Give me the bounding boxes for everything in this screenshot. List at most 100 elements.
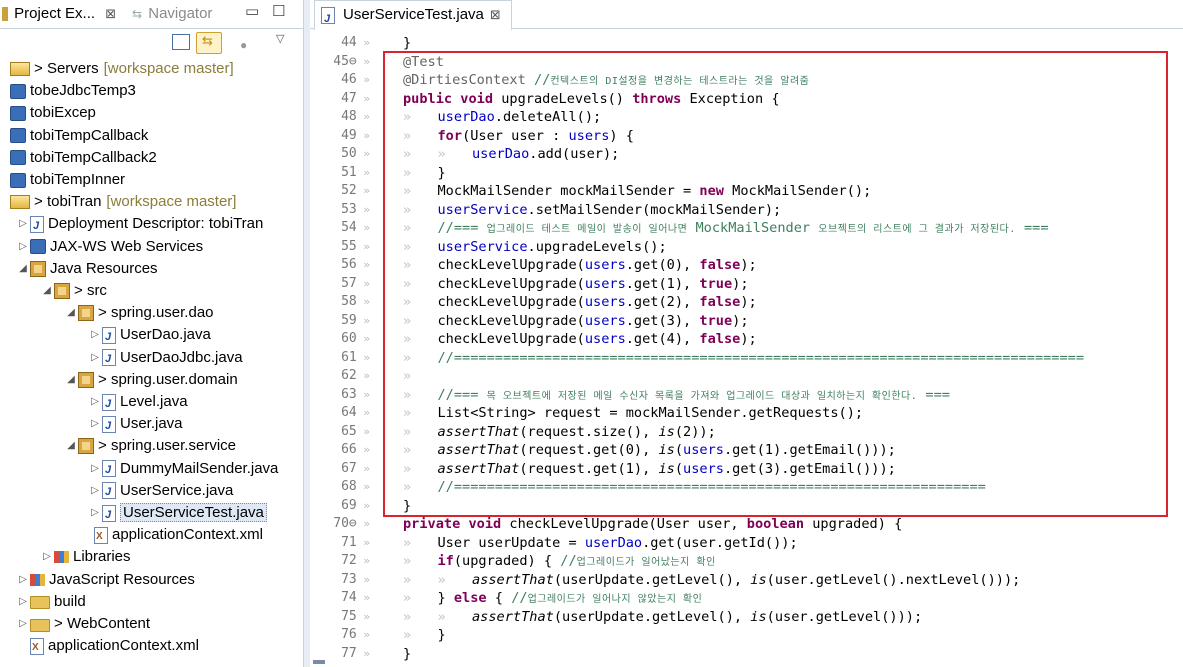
line-number-text: 64 <box>341 405 357 420</box>
tree-item-label: UserServiceTest.java <box>123 504 264 521</box>
tree-item[interactable]: ▷ build <box>16 591 86 613</box>
line-number: 74 » <box>310 589 370 608</box>
tree-item[interactable]: ◢ Java Resources <box>16 258 158 280</box>
tree-item-text: > WebContent <box>54 615 150 632</box>
javascript-resources-icon <box>30 573 45 586</box>
code-text: User userUpdate = userDao.get(user.getId… <box>437 534 798 551</box>
tab-userservicetest[interactable]: UserServiceTest.java ⊠ <box>314 0 512 33</box>
tree-item[interactable]: ◢ > src <box>40 280 107 302</box>
tree-item[interactable]: ▷ User.java <box>88 413 183 437</box>
tab-project-explorer[interactable]: Project Ex... ⊠ <box>2 3 116 25</box>
tree-item-label: User.java <box>120 415 183 433</box>
line-number: 67 » <box>310 460 370 479</box>
project-icon <box>10 105 26 121</box>
tree-item[interactable]: tobeJdbcTemp3 <box>10 80 136 102</box>
tree-item[interactable]: ▷ DummyMailSender.java <box>88 458 278 481</box>
whitespace-marker: » <box>356 572 370 586</box>
whitespace-marker: » <box>356 369 370 382</box>
code-line[interactable]: » » assertThat(userUpdate.getLevel(), is(u… <box>403 608 923 627</box>
twisty-icon[interactable]: ▷ <box>16 569 30 591</box>
twisty-icon[interactable]: ◢ <box>64 369 78 391</box>
twisty-icon[interactable]: ▷ <box>16 236 30 258</box>
tree-item[interactable]: > Servers [workspace master] <box>10 58 234 80</box>
code-line[interactable]: »} <box>403 626 446 645</box>
code-line[interactable]: »} else { //업그레이드가 일어나지 않았는지 확인 <box>403 589 703 608</box>
line-number-text: 49 <box>341 127 357 143</box>
code-line[interactable]: } <box>403 645 411 664</box>
line-number: 49 » <box>310 127 370 146</box>
tree-item-text: Level.java <box>120 393 188 410</box>
code-line[interactable]: » if(upgraded) { //업그레이드가 일어났는지 확인 <box>403 552 716 571</box>
twisty-icon[interactable]: ◢ <box>64 435 78 457</box>
tree-item[interactable]: > tobiTran [workspace master] <box>10 191 236 213</box>
whitespace-marker: » <box>356 480 370 493</box>
tree-item[interactable]: tobiExcep <box>10 102 96 124</box>
collapse-all-icon[interactable] <box>172 34 190 50</box>
twisty-icon[interactable]: ▷ <box>16 613 30 635</box>
line-number-text: 67 <box>341 460 357 476</box>
line-number-text: 50 <box>341 146 357 161</box>
whitespace-marker: » <box>356 36 370 49</box>
twisty-icon[interactable]: ▷ <box>88 391 102 413</box>
view-menu-chevron-down-icon[interactable]: ▽ <box>276 32 284 45</box>
tree-item[interactable]: tobiTempCallback <box>10 125 148 147</box>
code-line[interactable]: private void checkLevelUpgrade(User user… <box>403 515 902 534</box>
twisty-icon[interactable]: ◢ <box>40 280 54 302</box>
code-line[interactable]: } <box>403 34 411 53</box>
java-file-icon <box>102 348 116 370</box>
code-text: assertThat(userUpdate.getLevel(), is(use… <box>472 571 1021 588</box>
tree-item[interactable]: ▷ Libraries <box>40 546 130 568</box>
close-icon[interactable]: ⊠ <box>490 7 501 22</box>
tree-item[interactable]: ▷ > WebContent <box>16 613 150 635</box>
line-number: 51 » <box>310 164 370 183</box>
tree-item-label: build <box>54 592 86 610</box>
tree-item[interactable]: applicationContext.xml <box>16 635 199 659</box>
tree-item-prefix: > <box>34 60 47 77</box>
line-number: 64 » <box>310 404 370 423</box>
tree-item[interactable]: ▷ Level.java <box>88 391 188 415</box>
line-number-text: 61 <box>341 349 357 365</box>
line-number-text: 45⊖ <box>333 53 357 69</box>
highlight-box <box>383 51 1168 517</box>
twisty-icon[interactable]: ▷ <box>88 413 102 435</box>
tree-item[interactable]: ▷ UserServiceTest.java <box>88 502 267 526</box>
tab-navigator[interactable]: ⇆ Navigator <box>132 3 212 25</box>
tree-item[interactable]: ▷ UserDaoJdbc.java <box>88 347 242 370</box>
tree-item[interactable]: tobiTempInner <box>10 169 125 191</box>
line-number: 56 » <box>310 256 370 275</box>
tree-item-text: tobiTempCallback2 <box>30 149 157 166</box>
tree-item[interactable]: applicationContext.xml <box>80 524 263 548</box>
view-menu-filters-icon[interactable]: ● <box>240 36 254 52</box>
twisty-icon[interactable]: ▷ <box>88 458 102 480</box>
tree-item[interactable]: ▷ UserService.java <box>88 480 233 503</box>
tree-item[interactable]: ◢ > spring.user.service <box>64 435 236 457</box>
tree-item[interactable]: ▷ JavaScript Resources <box>16 569 195 591</box>
project-icon <box>10 128 26 144</box>
close-icon[interactable]: ⊠ <box>105 6 116 21</box>
tree-item[interactable]: ▷ UserDao.java <box>88 324 211 348</box>
whitespace-marker: » <box>356 258 370 271</box>
twisty-icon[interactable]: ▷ <box>88 347 102 369</box>
line-number-text: 53 <box>341 201 357 217</box>
tree-item[interactable]: ◢ > spring.user.domain <box>64 369 238 391</box>
tree-item[interactable]: ◢ > spring.user.dao <box>64 302 214 324</box>
twisty-icon[interactable]: ▷ <box>16 213 30 235</box>
twisty-icon[interactable]: ▷ <box>40 546 54 568</box>
twisty-icon[interactable]: ◢ <box>16 258 30 280</box>
code-line[interactable]: » User userUpdate = userDao.get(user.getI… <box>403 534 798 553</box>
minimize-icon[interactable]: ▭ <box>245 2 259 20</box>
tree-item[interactable]: ▷ JAX-WS Web Services <box>16 236 203 258</box>
tree-item[interactable]: ▷ Deployment Descriptor: tobiTran <box>16 213 263 237</box>
twisty-icon[interactable]: ▷ <box>16 591 30 613</box>
twisty-icon[interactable]: ▷ <box>88 502 102 524</box>
maximize-icon[interactable]: ☐ <box>272 2 285 20</box>
tree-item-text: > tobiTran <box>34 193 101 210</box>
link-with-editor-icon[interactable]: ⇆ <box>196 32 222 54</box>
twisty-icon[interactable]: ▷ <box>88 324 102 346</box>
tree-item[interactable]: tobiTempCallback2 <box>10 147 157 169</box>
line-number: 45⊖ » <box>310 53 370 72</box>
twisty-icon[interactable]: ▷ <box>88 480 102 502</box>
code-text: assertThat(userUpdate.getLevel(), is(use… <box>472 608 923 625</box>
twisty-icon[interactable]: ◢ <box>64 302 78 324</box>
code-line[interactable]: » » assertThat(userUpdate.getLevel(), is(u… <box>403 571 1021 590</box>
